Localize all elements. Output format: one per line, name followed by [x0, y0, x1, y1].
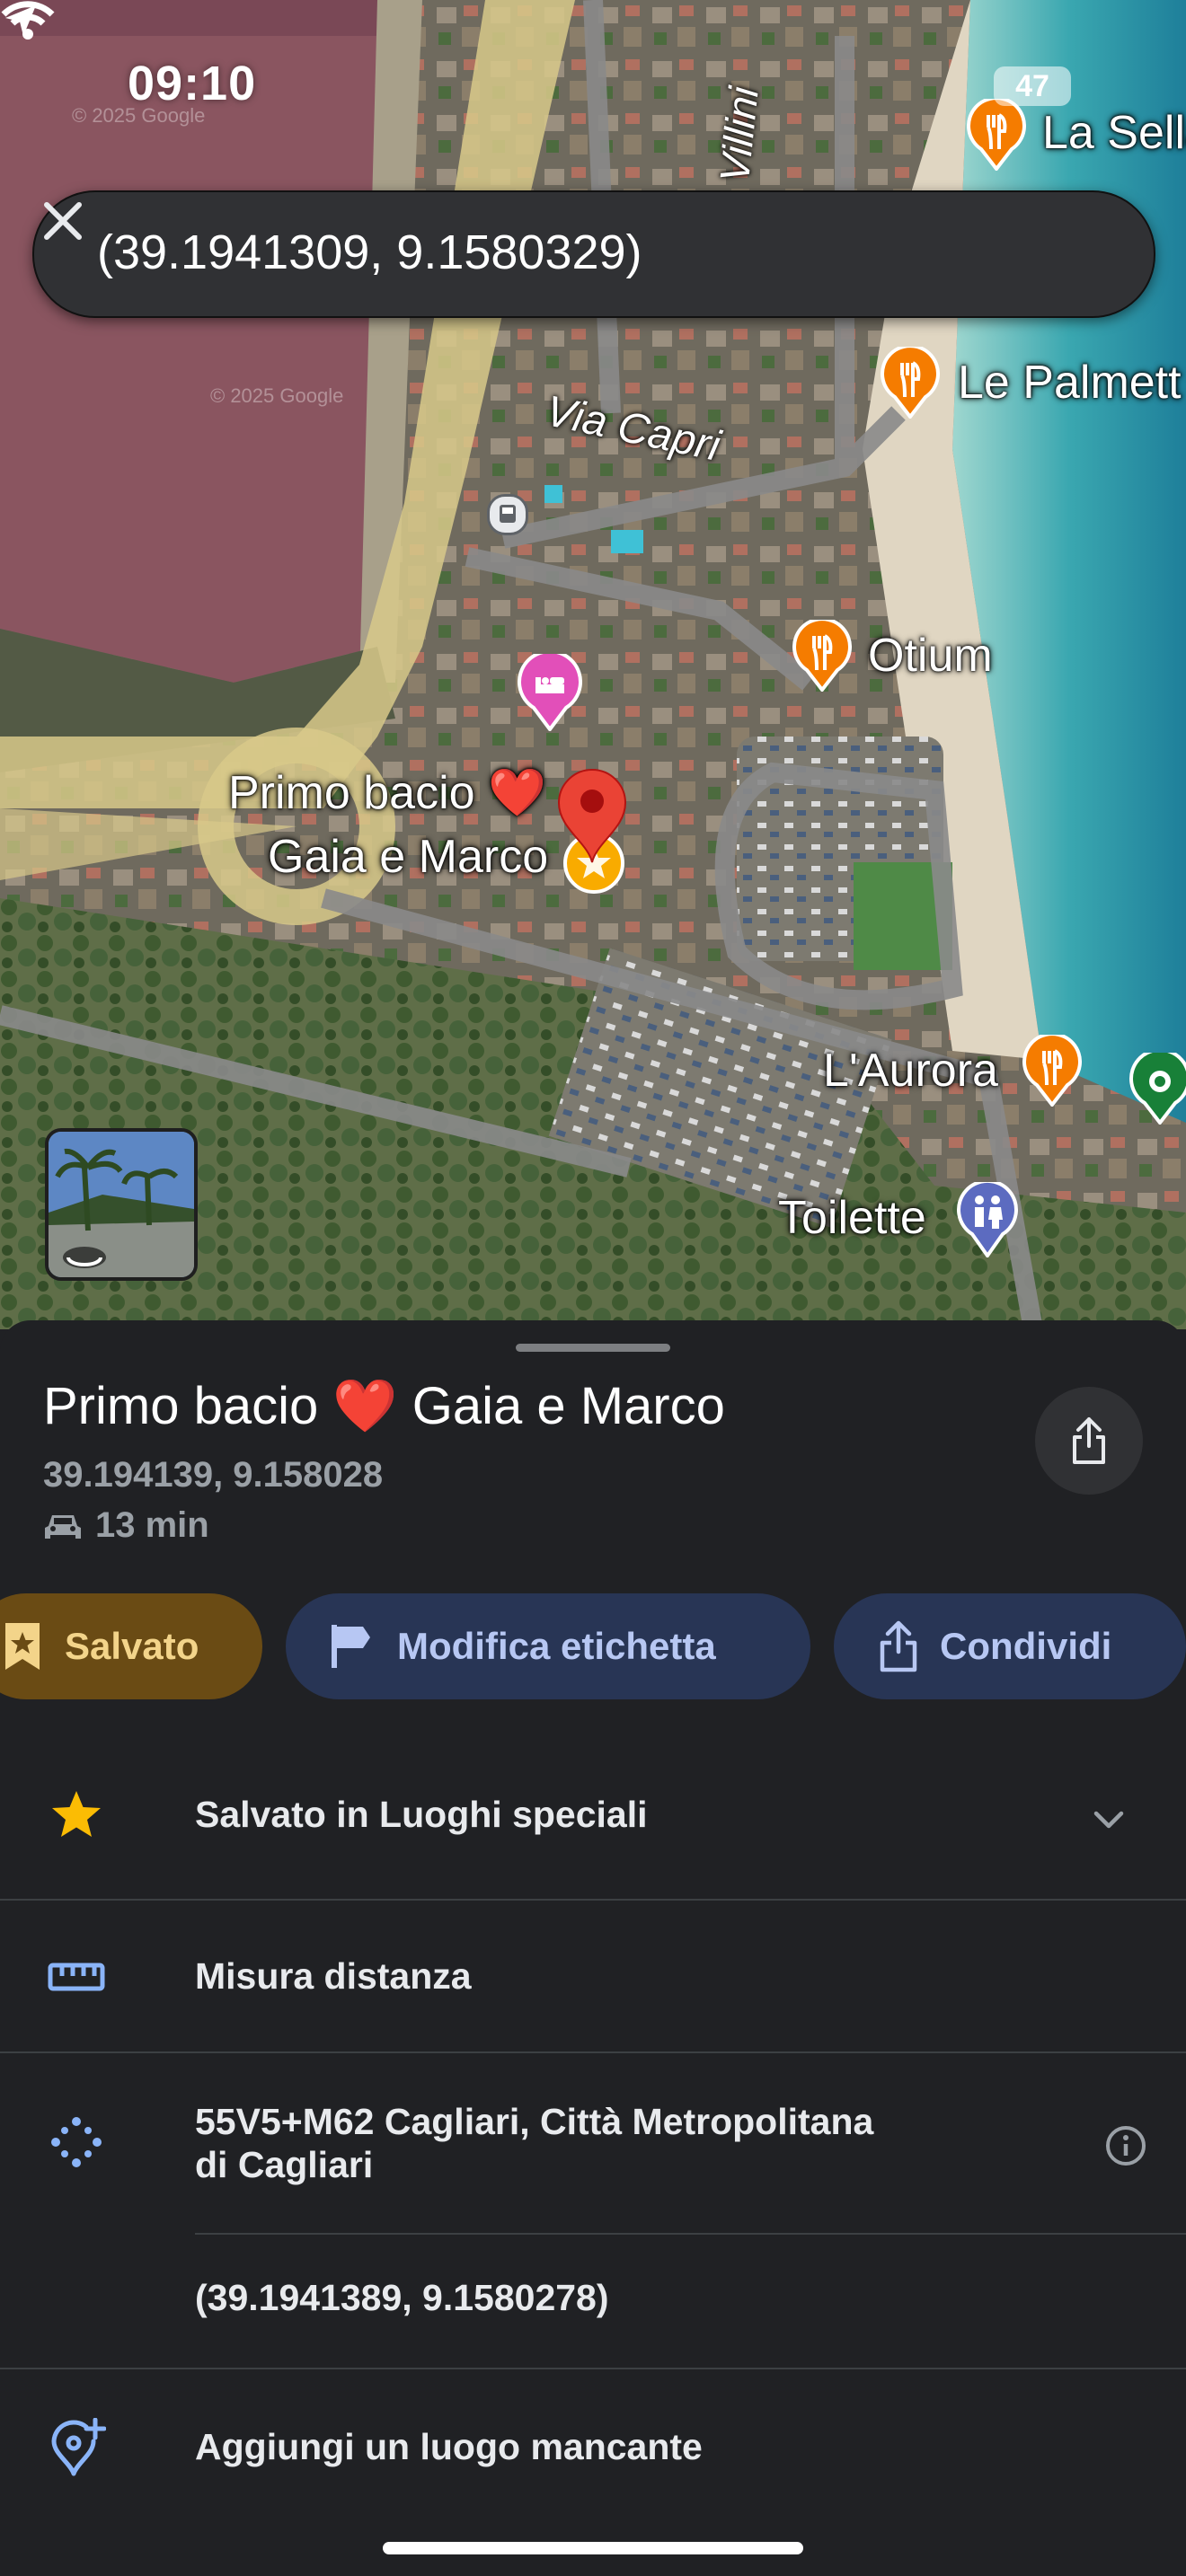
- street-view-thumbnail[interactable]: [45, 1128, 198, 1281]
- pin-label-line1: Primo bacio ❤️: [228, 767, 546, 819]
- restaurant-pin-icon[interactable]: [792, 620, 852, 692]
- status-time: 09:10: [128, 57, 257, 110]
- plus-code-icon: [51, 2117, 102, 2167]
- share-button[interactable]: [1035, 1387, 1143, 1495]
- share-icon: [1073, 1417, 1105, 1464]
- saved-button[interactable]: Salvato: [0, 1593, 262, 1699]
- map-watermark: © 2025 Google: [210, 384, 344, 407]
- hotel-pin-icon[interactable]: [518, 654, 582, 731]
- plus-code-text: 55V5+M62 Cagliari, Città Metropolitana d…: [195, 2100, 873, 2186]
- status-bar: 09:10 47: [0, 0, 1186, 171]
- toilet-pin-icon[interactable]: [956, 1182, 1019, 1257]
- wifi-icon: [1, 1, 55, 40]
- exact-coordinates-text: (39.1941389, 9.1580278): [195, 2277, 609, 2318]
- share-chip-label: Condividi: [940, 1625, 1112, 1667]
- star-icon: [52, 1791, 101, 1837]
- home-indicator[interactable]: [383, 2542, 803, 2554]
- place-title: Primo bacio ❤️ Gaia e Marco: [43, 1376, 725, 1437]
- place-coordinates: 39.194139, 9.158028: [43, 1455, 384, 1495]
- pin-label-line2: Gaia e Marco: [268, 831, 549, 883]
- info-icon[interactable]: [1103, 2123, 1148, 2168]
- plus-code-line1: 55V5+M62 Cagliari, Città Metropolitana: [195, 2101, 874, 2142]
- battery-icon: 47: [994, 66, 1071, 106]
- search-bar[interactable]: (39.1941309, 9.1580329): [32, 190, 1155, 318]
- bookmark-star-icon: [5, 1623, 40, 1670]
- poi-label-toilette[interactable]: Toilette: [778, 1191, 926, 1245]
- add-missing-place-row[interactable]: Aggiungi un luogo mancante: [0, 2369, 1186, 2522]
- measure-distance-text: Misura distanza: [195, 1955, 472, 1997]
- search-input[interactable]: (39.1941309, 9.1580329): [97, 225, 642, 280]
- place-title-text: Primo bacio: [43, 1377, 319, 1435]
- sheet-drag-handle[interactable]: [516, 1344, 670, 1352]
- edit-label-text: Modifica etichetta: [397, 1625, 716, 1667]
- ruler-icon: [48, 1963, 105, 1991]
- saved-label: Salvato: [65, 1625, 199, 1667]
- place-title-tail: Gaia e Marco: [412, 1377, 725, 1435]
- place-bottom-sheet[interactable]: Primo bacio ❤️ Gaia e Marco 39.194139, 9…: [0, 1320, 1186, 2576]
- heart-emoji: ❤️: [332, 1377, 398, 1435]
- car-icon: [45, 1515, 81, 1539]
- park-pin-icon[interactable]: [1128, 1053, 1186, 1125]
- add-location-icon: [51, 2418, 106, 2476]
- saved-in-text: Salvato in Luoghi speciali: [195, 1794, 648, 1835]
- share-icon: [880, 1620, 917, 1672]
- add-missing-place-text: Aggiungi un luogo mancante: [195, 2426, 703, 2467]
- travel-time: 13 min: [95, 1505, 209, 1545]
- measure-distance-row[interactable]: Misura distanza: [0, 1901, 1186, 2051]
- close-icon[interactable]: [34, 192, 92, 250]
- share-chip-button[interactable]: Condividi: [834, 1593, 1186, 1699]
- saved-in-list-row[interactable]: Salvato in Luoghi speciali: [0, 1753, 1186, 1888]
- selected-location-pin-icon[interactable]: [555, 765, 629, 864]
- poi-label-otium[interactable]: Otium: [868, 629, 993, 683]
- poi-label-le-palmett[interactable]: Le Palmett: [958, 356, 1182, 410]
- action-chips: Salvato Modifica etichetta Condividi: [0, 1593, 1186, 1701]
- restaurant-pin-icon[interactable]: [1022, 1035, 1082, 1107]
- edit-label-button[interactable]: Modifica etichetta: [286, 1593, 810, 1699]
- map-view[interactable]: © 2025 Google © 2025 Google Via Capri Vi…: [0, 0, 1186, 1329]
- flag-icon: [332, 1625, 370, 1668]
- travel-time-row: 13 min: [43, 1505, 209, 1546]
- chevron-down-icon[interactable]: [1089, 1800, 1128, 1839]
- bus-stop-icon[interactable]: [487, 494, 528, 535]
- plus-code-row[interactable]: 55V5+M62 Cagliari, Città Metropolitana d…: [0, 2053, 1186, 2233]
- exact-coordinates-row[interactable]: (39.1941389, 9.1580278): [0, 2235, 1186, 2369]
- restaurant-pin-icon[interactable]: [881, 347, 940, 419]
- plus-code-line2: di Cagliari: [195, 2144, 374, 2185]
- poi-label-laurora[interactable]: L'Aurora: [823, 1044, 998, 1098]
